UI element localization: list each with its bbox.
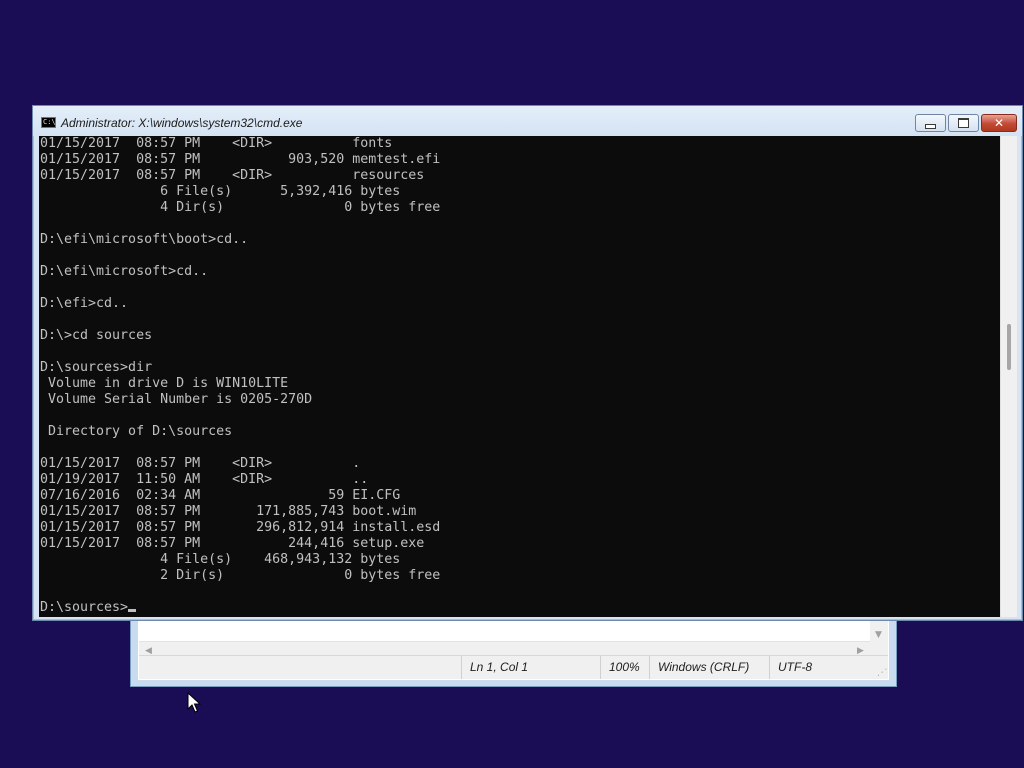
console-line: 01/15/2017 08:57 PM 171,885,743 boot.wim <box>40 504 417 519</box>
status-bar: Ln 1, Col 1 100% Windows (CRLF) UTF-8 ⋰ <box>139 655 888 679</box>
mouse-pointer-icon <box>187 692 201 713</box>
console-line: D:\efi\microsoft\boot>cd.. <box>40 232 249 247</box>
console-line: 01/15/2017 08:57 PM <DIR> resources <box>40 168 425 183</box>
minimize-icon <box>925 123 936 129</box>
console-line: 01/15/2017 08:57 PM <DIR> fonts <box>40 136 393 151</box>
scroll-down-arrow-icon[interactable]: ▼ <box>871 627 886 642</box>
console-line: 01/15/2017 08:57 PM <DIR> . <box>40 456 361 471</box>
console-line: Directory of D:\sources <box>40 424 233 439</box>
console-line: D:\efi\microsoft>cd.. <box>40 264 209 279</box>
console-line: 2 Dir(s) 0 bytes free <box>40 568 441 583</box>
console-line: D:\efi>cd.. <box>40 296 129 311</box>
console-scrollbar[interactable] <box>1000 136 1017 617</box>
window-frame-bottom <box>131 680 896 686</box>
window-frame-left <box>131 613 138 686</box>
line-ending: Windows (CRLF) <box>649 656 769 679</box>
console-output[interactable]: 01/15/2017 08:57 PM <DIR> fonts 01/15/20… <box>39 136 1000 617</box>
cmd-window[interactable]: C:\ Administrator: X:\windows\system32\c… <box>32 105 1023 621</box>
console-line: 4 File(s) 468,943,132 bytes <box>40 552 401 567</box>
cursor-position: Ln 1, Col 1 <box>461 656 598 679</box>
scrollbar-thumb[interactable] <box>1007 324 1011 370</box>
maximize-button[interactable] <box>948 114 979 132</box>
title-bar[interactable]: C:\ Administrator: X:\windows\system32\c… <box>33 106 1022 136</box>
console-text: 01/15/2017 08:57 PM <DIR> fonts 01/15/20… <box>39 136 1000 616</box>
console-line: 07/16/2016 02:34 AM 59 EI.CFG <box>40 488 401 503</box>
console-line: 01/15/2017 08:57 PM 244,416 setup.exe <box>40 536 425 551</box>
console-line: 4 Dir(s) 0 bytes free <box>40 200 441 215</box>
console-line: 01/15/2017 08:57 PM 903,520 memtest.efi <box>40 152 441 167</box>
console-line: Volume Serial Number is 0205-270D <box>40 392 313 407</box>
zoom-level: 100% <box>600 656 649 679</box>
encoding: UTF-8 <box>769 656 884 679</box>
close-button[interactable]: ✕ <box>981 114 1017 132</box>
console-line: 01/19/2017 11:50 AM <DIR> .. <box>40 472 369 487</box>
console-line: D:\sources>dir <box>40 360 153 375</box>
cmd-icon[interactable]: C:\ <box>41 117 56 128</box>
console-line: 6 File(s) 5,392,416 bytes <box>40 184 401 199</box>
maximize-icon <box>958 118 969 128</box>
minimize-button[interactable] <box>915 114 946 132</box>
close-icon: ✕ <box>993 116 1005 130</box>
console-line: D:\>cd sources <box>40 328 153 343</box>
notepad-window[interactable]: ▼ ◀ ▶ Ln 1, Col 1 100% Windows (CRLF) UT… <box>130 612 897 687</box>
text-cursor <box>128 609 137 612</box>
window-frame-right <box>889 613 896 686</box>
command-prompt[interactable]: D:\sources> <box>40 600 128 615</box>
resize-grip-icon[interactable]: ⋰ <box>876 667 886 677</box>
console-line: Volume in drive D is WIN10LITE <box>40 376 289 391</box>
console-line: 01/15/2017 08:57 PM 296,812,914 install.… <box>40 520 441 535</box>
window-title: Administrator: X:\windows\system32\cmd.e… <box>61 116 303 130</box>
